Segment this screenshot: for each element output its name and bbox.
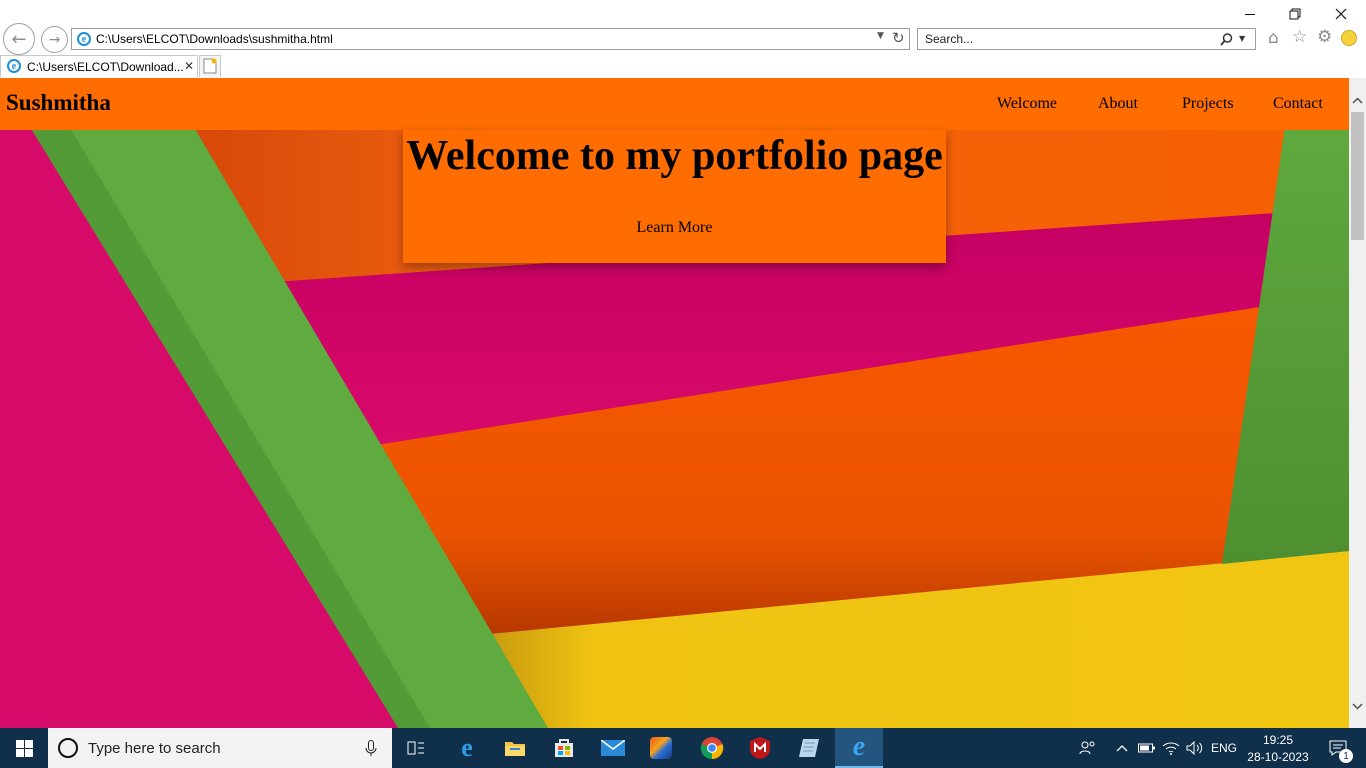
- back-arrow-icon: ←: [11, 28, 27, 50]
- taskbar-media-player[interactable]: [637, 728, 685, 768]
- search-icon[interactable]: [1220, 33, 1233, 46]
- chrome-icon: [700, 737, 724, 760]
- site-navbar: Sushmitha Welcome About Projects Contact: [0, 78, 1349, 130]
- file-explorer-icon: [505, 742, 525, 756]
- site-brand[interactable]: Sushmitha: [6, 90, 111, 116]
- scroll-down-arrow-icon[interactable]: [1349, 696, 1366, 716]
- windows-logo-icon: [15, 739, 33, 757]
- new-tab-icon: [203, 58, 217, 74]
- taskbar-file-explorer[interactable]: [491, 728, 539, 768]
- nav-link-about[interactable]: About: [1098, 95, 1138, 113]
- browser-chrome: ← → e C:\Users\ELCOT\Downloads\sushmitha…: [0, 0, 1366, 78]
- tab-title: C:\Users\ELCOT\Download...: [27, 60, 184, 74]
- people-button[interactable]: [1076, 728, 1100, 768]
- page-viewport: Sushmitha Welcome About Projects Contact…: [0, 78, 1349, 728]
- favorites-star-icon[interactable]: ☆: [1292, 27, 1307, 47]
- mcafee-icon: [750, 737, 770, 759]
- scroll-up-arrow-icon[interactable]: [1349, 90, 1366, 110]
- taskbar-edge[interactable]: e: [443, 728, 491, 768]
- browser-search-box[interactable]: Search... ▼: [917, 28, 1256, 50]
- volume-button[interactable]: [1184, 728, 1206, 768]
- tab-close-icon[interactable]: ✕: [184, 59, 194, 73]
- volume-icon: [1186, 741, 1203, 755]
- taskbar-store[interactable]: [540, 728, 588, 768]
- taskbar-chrome[interactable]: [688, 728, 736, 768]
- taskbar-mcafee[interactable]: [736, 728, 784, 768]
- feedback-smiley-icon[interactable]: [1341, 30, 1357, 46]
- taskbar-notes[interactable]: [785, 728, 833, 768]
- back-button[interactable]: ←: [3, 23, 35, 55]
- nav-link-contact[interactable]: Contact: [1273, 95, 1323, 113]
- task-view-button[interactable]: [392, 728, 440, 768]
- clock-date: 28-10-2023: [1247, 750, 1309, 764]
- browser-search-placeholder: Search...: [925, 32, 974, 46]
- chevron-up-icon: [1116, 745, 1128, 752]
- refresh-icon[interactable]: ↻: [892, 29, 905, 47]
- minimize-button[interactable]: [1227, 0, 1273, 28]
- close-window-button[interactable]: [1318, 0, 1364, 28]
- scrollbar-thumb[interactable]: [1351, 112, 1364, 240]
- taskbar-search-placeholder: Type here to search: [88, 740, 221, 757]
- show-hidden-icons-button[interactable]: [1113, 728, 1131, 768]
- hero-title: Welcome to my portfolio page: [406, 133, 943, 179]
- restore-button[interactable]: [1272, 0, 1318, 28]
- taskbar-mail[interactable]: [589, 728, 637, 768]
- taskbar-search-box[interactable]: Type here to search: [48, 728, 392, 768]
- address-text: C:\Users\ELCOT\Downloads\sushmitha.html: [96, 32, 333, 46]
- nav-link-projects[interactable]: Projects: [1182, 95, 1234, 113]
- restore-icon: [1289, 8, 1301, 20]
- microphone-icon[interactable]: [365, 740, 377, 757]
- forward-arrow-icon: →: [48, 31, 61, 48]
- media-player-icon: [650, 737, 672, 759]
- hero-card: Welcome to my portfolio page Learn More: [403, 130, 946, 263]
- wifi-button[interactable]: [1160, 728, 1182, 768]
- people-icon: [1079, 741, 1095, 755]
- wifi-icon: [1162, 742, 1180, 755]
- tab-ie-icon: e: [7, 59, 21, 73]
- address-bar[interactable]: e C:\Users\ELCOT\Downloads\sushmitha.htm…: [71, 28, 910, 50]
- new-tab-button[interactable]: [199, 55, 221, 77]
- internet-explorer-icon: e: [852, 731, 866, 762]
- battery-button[interactable]: [1137, 728, 1157, 768]
- search-dropdown-icon[interactable]: ▼: [1239, 34, 1245, 43]
- settings-gear-icon[interactable]: ⚙: [1317, 27, 1332, 47]
- battery-icon: [1138, 743, 1155, 753]
- mail-icon: [601, 740, 625, 756]
- browser-tab[interactable]: e C:\Users\ELCOT\Download... ✕: [0, 55, 198, 77]
- minimize-icon: [1245, 13, 1255, 15]
- clock[interactable]: 19:25 28-10-2023: [1246, 731, 1310, 767]
- store-icon: [555, 739, 573, 757]
- learn-more-button[interactable]: Learn More: [403, 219, 946, 237]
- edge-icon: e: [461, 733, 473, 762]
- address-dropdown-icon[interactable]: ▼: [877, 31, 884, 41]
- windows-taskbar: Type here to search e e ENG 19:25 28-10-…: [0, 728, 1366, 768]
- notes-icon: [799, 739, 819, 757]
- action-center-button[interactable]: 1: [1318, 728, 1358, 768]
- page-ie-icon: e: [77, 32, 91, 46]
- taskbar-internet-explorer-active[interactable]: e: [835, 728, 883, 768]
- notification-count-badge: 1: [1339, 749, 1353, 763]
- close-icon: [1335, 8, 1347, 20]
- start-button[interactable]: [0, 728, 48, 768]
- task-view-icon: [407, 741, 424, 755]
- cortana-circle-icon: [58, 738, 78, 758]
- clock-time: 19:25: [1262, 733, 1294, 747]
- language-indicator[interactable]: ENG: [1209, 728, 1239, 768]
- nav-link-welcome[interactable]: Welcome: [997, 95, 1057, 113]
- forward-button[interactable]: →: [41, 26, 68, 53]
- home-icon[interactable]: ⌂: [1268, 28, 1279, 48]
